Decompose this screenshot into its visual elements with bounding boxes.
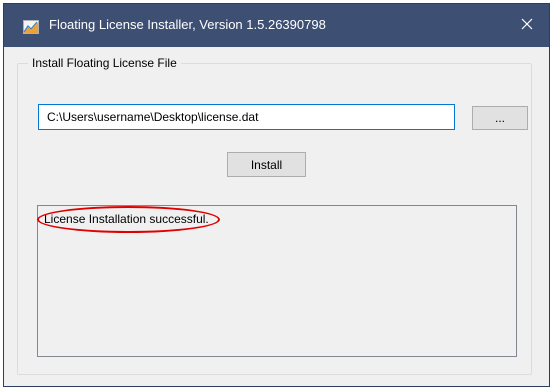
window-title: Floating License Installer, Version 1.5.… (49, 17, 326, 32)
license-file-path-input[interactable] (38, 104, 455, 130)
close-button[interactable] (505, 4, 549, 47)
install-button[interactable]: Install (227, 152, 306, 177)
output-log-area (37, 205, 517, 357)
status-message: License Installation successful. (44, 212, 209, 226)
groupbox-label: Install Floating License File (28, 56, 181, 70)
close-icon (521, 18, 533, 33)
title-bar[interactable]: Floating License Installer, Version 1.5.… (4, 4, 549, 47)
browse-button[interactable]: ... (472, 106, 528, 130)
chart-document-icon (23, 20, 39, 34)
